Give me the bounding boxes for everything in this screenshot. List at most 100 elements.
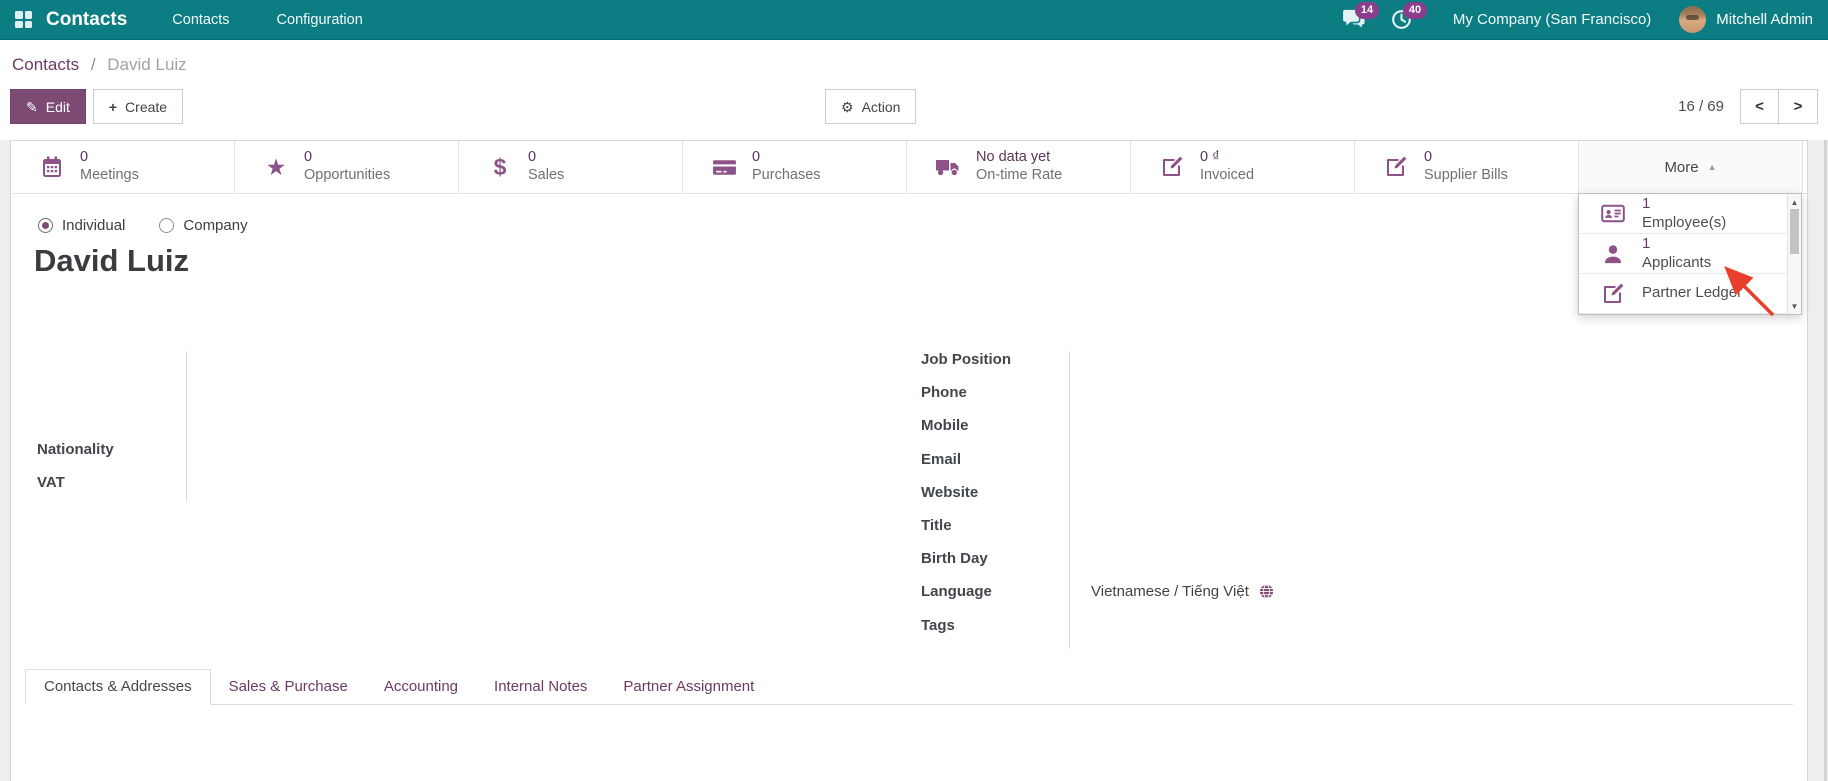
more-button[interactable]: More ▲: [1579, 141, 1803, 193]
stat-button-invoiced[interactable]: 0 ₫ Invoiced: [1131, 141, 1355, 193]
button-row: ✎ Edit + Create ⚙ Action 16 / 69 < >: [10, 89, 1818, 124]
tab-accounting[interactable]: Accounting: [366, 670, 476, 704]
radio-company-label: Company: [183, 217, 248, 234]
tab-contacts-addresses[interactable]: Contacts & Addresses: [25, 669, 211, 705]
stat-button-box: 0 Meetings ★ 0 Opportunities $ 0 Sales 0…: [11, 141, 1807, 194]
menu-label-employees: Employee(s): [1642, 213, 1727, 231]
radio-company-circle[interactable]: [159, 218, 175, 233]
calendar-icon: [39, 154, 65, 180]
field-row-vat: VAT: [37, 466, 185, 499]
stat-value-meetings: 0: [80, 149, 89, 166]
radio-individual-label: Individual: [62, 217, 126, 234]
field-label-vat: VAT: [37, 474, 65, 491]
edit-icon: [1383, 154, 1409, 180]
stat-button-meetings[interactable]: 0 Meetings: [11, 141, 235, 193]
stat-label-purchases: Purchases: [752, 167, 821, 183]
scroll-up-icon[interactable]: ▲: [1788, 196, 1801, 208]
menu-contacts[interactable]: Contacts: [172, 12, 229, 28]
user-avatar[interactable]: [1679, 6, 1707, 33]
left-group-divider: [186, 351, 187, 502]
create-button[interactable]: + Create: [92, 89, 184, 124]
menu-item-partner-ledger[interactable]: Partner Ledger: [1579, 274, 1801, 314]
menu-value-applicants: 1: [1642, 234, 1651, 252]
id-card-icon: [1601, 202, 1625, 226]
more-button-label: More: [1664, 158, 1699, 176]
scroll-down-icon[interactable]: ▼: [1788, 300, 1801, 312]
field-row-job-position: Job Position: [921, 343, 1521, 376]
breadcrumb: Contacts / David Luiz: [12, 55, 1818, 75]
field-label-phone: Phone: [921, 384, 967, 402]
apps-menu-icon[interactable]: [15, 11, 32, 28]
star-icon: ★: [265, 153, 287, 180]
field-row-birth-day: Birth Day: [921, 542, 1521, 575]
edit-icon: [1601, 282, 1625, 306]
field-row-nationality: Nationality: [37, 433, 185, 466]
activities-icon[interactable]: 40: [1391, 1, 1428, 31]
stat-button-purchases[interactable]: 0 Purchases: [683, 141, 907, 193]
stat-value-opportunities: 0: [304, 149, 313, 166]
menu-item-employees[interactable]: 1 Employee(s): [1579, 194, 1801, 234]
tab-sales-purchase[interactable]: Sales & Purchase: [211, 670, 366, 704]
menu-value-employees: 1: [1642, 194, 1651, 212]
pager: 16 / 69 < >: [1678, 89, 1818, 124]
stat-button-ontime-rate[interactable]: No data yet On-time Rate: [907, 141, 1131, 193]
radio-company[interactable]: Company: [159, 217, 248, 234]
menu-configuration[interactable]: Configuration: [277, 12, 363, 28]
messages-icon[interactable]: 14: [1342, 1, 1380, 31]
user-menu[interactable]: Mitchell Admin: [1716, 11, 1813, 28]
globe-icon[interactable]: [1259, 584, 1274, 599]
field-label-nationality: Nationality: [37, 441, 114, 458]
field-row-title: Title: [921, 509, 1521, 542]
stat-value-supplier-bills: 0: [1424, 149, 1433, 166]
dropdown-scrollbar[interactable]: ▲ ▼: [1787, 194, 1801, 314]
field-row-email: Email: [921, 443, 1521, 476]
field-row-language: Language Vietnamese / Tiếng Việt: [921, 575, 1521, 608]
field-label-title: Title: [921, 517, 952, 535]
field-label-language: Language: [921, 583, 992, 601]
field-label-tags: Tags: [921, 616, 955, 634]
stat-label-opportunities: Opportunities: [304, 167, 391, 183]
left-field-group: Nationality VAT: [37, 433, 185, 499]
field-row-tags: Tags: [921, 609, 1521, 642]
stat-value-sales: 0: [528, 149, 537, 166]
breadcrumb-contacts[interactable]: Contacts: [12, 55, 79, 74]
right-field-group: Job Position Phone Mobile Email Website …: [921, 343, 1521, 642]
gear-icon: ⚙: [841, 98, 854, 115]
field-row-website: Website: [921, 476, 1521, 509]
control-panel: Contacts / David Luiz ✎ Edit + Create ⚙ …: [0, 40, 1828, 140]
stat-button-sales[interactable]: $ 0 Sales: [459, 141, 683, 193]
record-title: David Luiz: [34, 243, 190, 278]
field-label-birth-day: Birth Day: [921, 550, 988, 568]
tab-internal-notes[interactable]: Internal Notes: [476, 670, 605, 704]
activities-badge: 40: [1402, 1, 1428, 19]
company-switcher[interactable]: My Company (San Francisco): [1453, 11, 1651, 28]
menu-item-applicants[interactable]: 1 Applicants: [1579, 234, 1801, 274]
edit-icon: [1159, 154, 1185, 180]
pager-next-button[interactable]: >: [1779, 89, 1818, 124]
radio-individual[interactable]: Individual: [38, 217, 125, 234]
pager-previous-button[interactable]: <: [1740, 89, 1779, 124]
plus-icon: +: [108, 98, 118, 115]
app-brand[interactable]: Contacts: [46, 9, 127, 31]
pencil-icon: ✎: [26, 98, 38, 115]
truck-icon: [935, 154, 961, 180]
field-row-mobile: Mobile: [921, 409, 1521, 442]
action-button[interactable]: ⚙ Action: [825, 89, 917, 124]
scrollbar-thumb[interactable]: [1790, 209, 1799, 254]
radio-individual-circle[interactable]: [38, 218, 53, 233]
tab-partner-assignment[interactable]: Partner Assignment: [605, 670, 772, 704]
field-label-job-position: Job Position: [921, 351, 1011, 369]
stat-button-opportunities[interactable]: ★ 0 Opportunities: [235, 141, 459, 193]
field-row-phone: Phone: [921, 376, 1521, 409]
stat-button-supplier-bills[interactable]: 0 Supplier Bills: [1355, 141, 1579, 193]
breadcrumb-current: David Luiz: [107, 55, 187, 74]
form-sheet: 0 Meetings ★ 0 Opportunities $ 0 Sales 0…: [10, 140, 1808, 781]
stat-label-supplier-bills: Supplier Bills: [1424, 167, 1508, 183]
stat-value-ontime-rate: No data yet: [976, 149, 1051, 166]
stat-label-meetings: Meetings: [80, 167, 139, 183]
stat-label-invoiced: Invoiced: [1200, 167, 1255, 183]
edit-button[interactable]: ✎ Edit: [10, 89, 86, 124]
action-button-label: Action: [861, 98, 901, 115]
top-navbar: Contacts Contacts Configuration 14 40 My…: [0, 0, 1828, 40]
menu-label-applicants: Applicants: [1642, 253, 1712, 271]
